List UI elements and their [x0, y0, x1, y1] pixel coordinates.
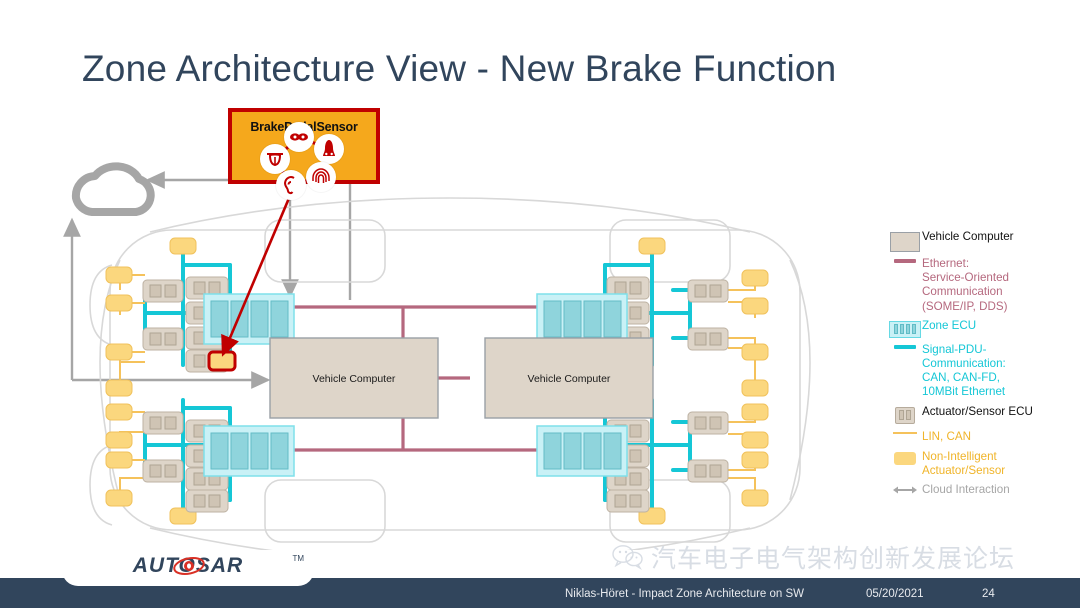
footer-page-number: 24	[982, 588, 995, 600]
legend-item-vehicle-computer: Vehicle Computer	[888, 230, 1078, 252]
cloud-icon	[71, 162, 155, 216]
svg-text:Vehicle Computer: Vehicle Computer	[528, 373, 611, 385]
zone-architecture-diagram: Vehicle Computer Vehicle Computer	[0, 100, 880, 550]
vehicle-computer-left[interactable]: Vehicle Computer	[269, 337, 439, 419]
vehicle-computer-right[interactable]: Vehicle Computer	[484, 337, 654, 419]
zone-ecu-swatch	[888, 319, 922, 338]
watermark-text: 汽车电子电气架构创新发展论坛	[651, 544, 1016, 573]
brake-pedal-sensor-callout[interactable]: BrakePedalSensor	[228, 108, 380, 200]
legend-label: LIN, CAN	[922, 429, 971, 443]
legend-item-cloud-interaction: Cloud Interaction	[888, 483, 1078, 497]
legend-item-non-intelligent: Non-Intelligent Actuator/Sensor	[888, 450, 1078, 478]
actuator-sensor-ecu-swatch	[888, 405, 922, 424]
legend-item-actuator-sensor-ecu: Actuator/Sensor ECU	[888, 405, 1078, 424]
legend-label: Signal-PDU- Communication: CAN, CAN-FD, …	[922, 342, 1006, 399]
legend-item-ethernet: Ethernet: Service-Oriented Communication…	[888, 257, 1078, 314]
cloud-interaction-swatch	[888, 483, 922, 495]
legend-item-signal-pdu: Signal-PDU- Communication: CAN, CAN-FD, …	[888, 343, 1078, 400]
zone-ecu-top-left[interactable]	[203, 293, 295, 345]
zone-ecu-bottom-right[interactable]	[536, 425, 628, 477]
fingerprint-icon	[306, 162, 336, 192]
ear-icon	[276, 170, 306, 200]
highlighted-brake-pedal-node[interactable]	[207, 350, 237, 372]
footer-author-title: Niklas-Höret - Impact Zone Architecture …	[565, 588, 805, 600]
autosar-logo-ellipse	[173, 557, 205, 575]
tongue-icon	[260, 144, 290, 174]
legend-item-zone-ecu: Zone ECU	[888, 319, 1078, 338]
autosar-logo: AUTOSAR TM	[62, 552, 314, 586]
legend-label: Ethernet: Service-Oriented Communication…	[922, 257, 1009, 313]
legend-label: Cloud Interaction	[922, 483, 1010, 497]
vehicle-computer-swatch	[888, 230, 922, 252]
legend-label: Non-Intelligent Actuator/Sensor	[922, 449, 1006, 478]
page-title: Zone Architecture View - New Brake Funct…	[82, 48, 837, 89]
autosar-tm: TM	[292, 554, 304, 563]
ethernet-line-swatch	[888, 257, 922, 263]
lin-can-line-swatch	[888, 430, 922, 434]
zone-ecu-bottom-left[interactable]	[203, 425, 295, 477]
non-intelligent-swatch	[888, 450, 922, 465]
wechat-icon	[612, 545, 643, 570]
legend-label: Zone ECU	[922, 318, 977, 332]
slide-root: Zone Architecture View - New Brake Funct…	[0, 0, 1080, 608]
nose-icon	[314, 134, 344, 164]
legend-label: Actuator/Sensor ECU	[922, 404, 1033, 418]
signal-pdu-line-swatch	[888, 343, 922, 349]
footer-date: 05/20/2021	[866, 588, 924, 600]
legend: Vehicle Computer Ethernet: Service-Orien…	[888, 230, 1078, 502]
legend-item-lin-can: LIN, CAN	[888, 430, 1078, 444]
legend-label: Vehicle Computer	[922, 230, 1014, 243]
watermark: 汽车电子电气架构创新发展论坛	[612, 540, 1015, 574]
eyes-icon	[284, 122, 314, 152]
zone-ecu-top-right[interactable]	[536, 293, 628, 345]
svg-text:Vehicle Computer: Vehicle Computer	[313, 373, 396, 385]
